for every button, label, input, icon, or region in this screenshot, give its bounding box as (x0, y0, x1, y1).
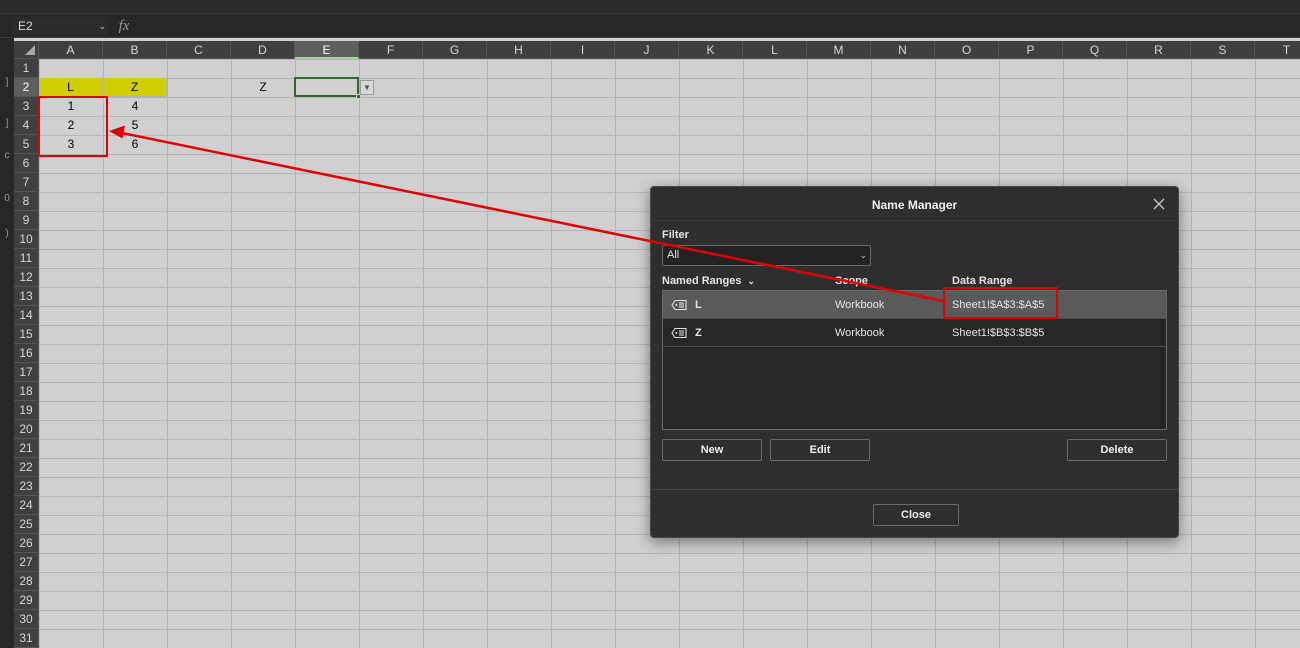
annotation-arrow (109, 125, 944, 303)
